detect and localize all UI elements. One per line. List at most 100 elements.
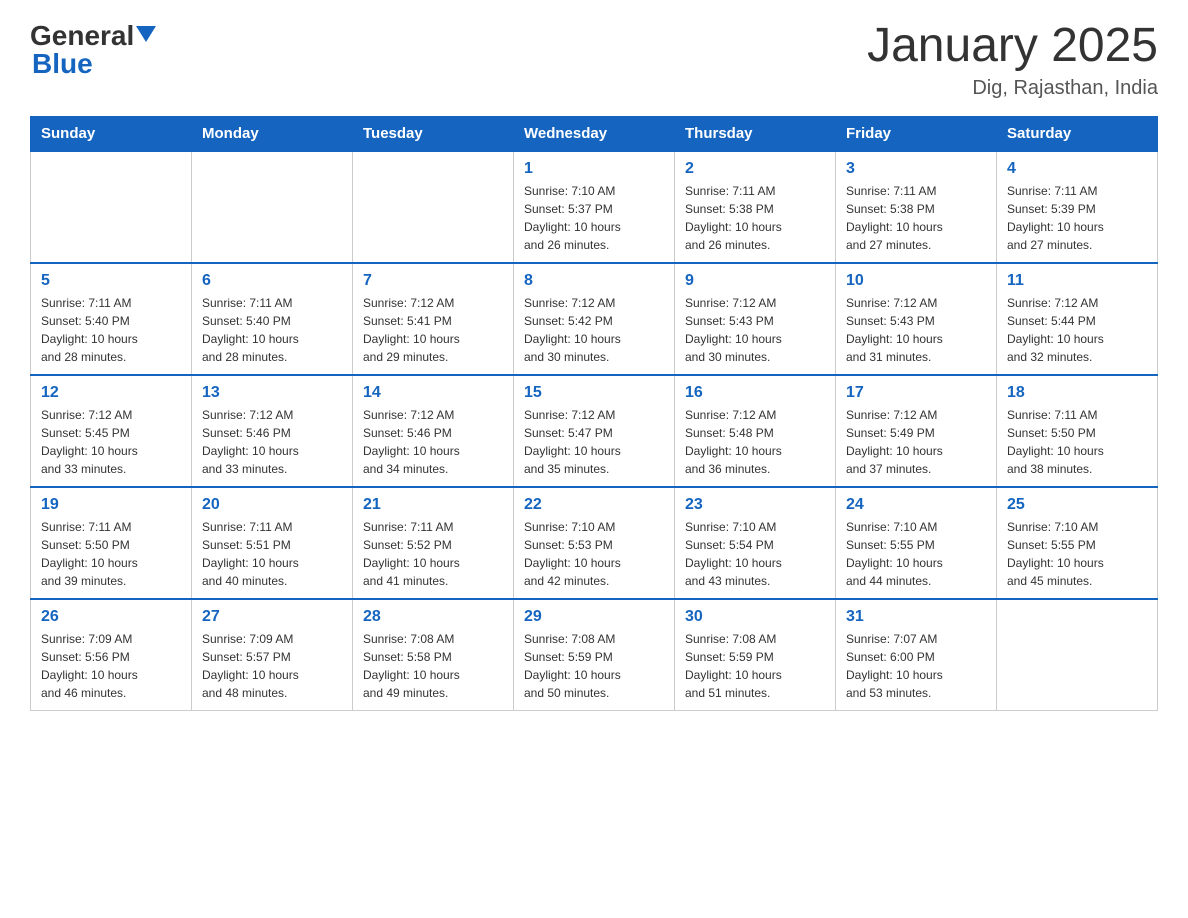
day-number: 16	[685, 384, 825, 402]
calendar-cell: 7 Sunrise: 7:12 AM Sunset: 5:41 PM Daylig…	[353, 263, 514, 375]
calendar-cell: 27 Sunrise: 7:09 AM Sunset: 5:57 PM Dayli…	[192, 599, 353, 711]
day-number: 7	[363, 272, 503, 290]
day-info: Sunrise: 7:12 AM Sunset: 5:41 PM Dayligh…	[363, 294, 503, 366]
week-row-2: 5 Sunrise: 7:11 AM Sunset: 5:40 PM Daylig…	[31, 263, 1158, 375]
calendar-header-sunday: Sunday	[31, 116, 192, 151]
calendar-cell: 15 Sunrise: 7:12 AM Sunset: 5:47 PM Dayli…	[514, 375, 675, 487]
day-info: Sunrise: 7:12 AM Sunset: 5:45 PM Dayligh…	[41, 406, 181, 478]
calendar-cell	[997, 599, 1158, 711]
day-info: Sunrise: 7:09 AM Sunset: 5:57 PM Dayligh…	[202, 630, 342, 702]
day-info: Sunrise: 7:12 AM Sunset: 5:43 PM Dayligh…	[846, 294, 986, 366]
day-info: Sunrise: 7:11 AM Sunset: 5:39 PM Dayligh…	[1007, 182, 1147, 254]
day-number: 26	[41, 608, 181, 626]
calendar-cell: 17 Sunrise: 7:12 AM Sunset: 5:49 PM Dayli…	[836, 375, 997, 487]
calendar-cell: 13Sunrise: 7:12 AM Sunset: 5:46 PM Dayli…	[192, 375, 353, 487]
day-info: Sunrise: 7:10 AM Sunset: 5:53 PM Dayligh…	[524, 518, 664, 590]
day-info: Sunrise: 7:11 AM Sunset: 5:50 PM Dayligh…	[41, 518, 181, 590]
logo: General Blue	[30, 20, 156, 80]
day-number: 8	[524, 272, 664, 290]
day-number: 12	[41, 384, 181, 402]
day-info: Sunrise: 7:08 AM Sunset: 5:58 PM Dayligh…	[363, 630, 503, 702]
day-number: 5	[41, 272, 181, 290]
calendar-cell: 10 Sunrise: 7:12 AM Sunset: 5:43 PM Dayli…	[836, 263, 997, 375]
calendar-cell: 1Sunrise: 7:10 AM Sunset: 5:37 PM Daylig…	[514, 151, 675, 263]
day-number: 19	[41, 496, 181, 514]
day-info: Sunrise: 7:11 AM Sunset: 5:40 PM Dayligh…	[41, 294, 181, 366]
calendar-cell: 26 Sunrise: 7:09 AM Sunset: 5:56 PM Dayli…	[31, 599, 192, 711]
calendar-header-friday: Friday	[836, 116, 997, 151]
calendar-cell: 30 Sunrise: 7:08 AM Sunset: 5:59 PM Dayli…	[675, 599, 836, 711]
calendar-cell: 9 Sunrise: 7:12 AM Sunset: 5:43 PM Daylig…	[675, 263, 836, 375]
day-number: 2	[685, 160, 825, 178]
day-info: Sunrise: 7:09 AM Sunset: 5:56 PM Dayligh…	[41, 630, 181, 702]
day-info: Sunrise: 7:10 AM Sunset: 5:55 PM Dayligh…	[846, 518, 986, 590]
day-number: 23	[685, 496, 825, 514]
calendar-cell: 29 Sunrise: 7:08 AM Sunset: 5:59 PM Dayli…	[514, 599, 675, 711]
calendar-cell: 6Sunrise: 7:11 AM Sunset: 5:40 PM Daylig…	[192, 263, 353, 375]
day-number: 29	[524, 608, 664, 626]
calendar-cell: 25 Sunrise: 7:10 AM Sunset: 5:55 PM Dayli…	[997, 487, 1158, 599]
calendar-cell: 2Sunrise: 7:11 AM Sunset: 5:38 PM Daylig…	[675, 151, 836, 263]
day-info: Sunrise: 7:08 AM Sunset: 5:59 PM Dayligh…	[524, 630, 664, 702]
calendar-cell: 4 Sunrise: 7:11 AM Sunset: 5:39 PM Daylig…	[997, 151, 1158, 263]
day-number: 28	[363, 608, 503, 626]
day-number: 25	[1007, 496, 1147, 514]
calendar-cell: 8Sunrise: 7:12 AM Sunset: 5:42 PM Daylig…	[514, 263, 675, 375]
day-info: Sunrise: 7:07 AM Sunset: 6:00 PM Dayligh…	[846, 630, 986, 702]
day-number: 21	[363, 496, 503, 514]
calendar-cell	[31, 151, 192, 263]
day-number: 31	[846, 608, 986, 626]
week-row-5: 26 Sunrise: 7:09 AM Sunset: 5:56 PM Dayli…	[31, 599, 1158, 711]
day-number: 3	[846, 160, 986, 178]
day-info: Sunrise: 7:11 AM Sunset: 5:38 PM Dayligh…	[846, 182, 986, 254]
calendar-cell: 11Sunrise: 7:12 AM Sunset: 5:44 PM Dayli…	[997, 263, 1158, 375]
calendar-table: SundayMondayTuesdayWednesdayThursdayFrid…	[30, 116, 1158, 711]
logo-blue-text: Blue	[32, 48, 93, 80]
month-title: January 2025	[867, 20, 1158, 73]
calendar-cell: 20Sunrise: 7:11 AM Sunset: 5:51 PM Dayli…	[192, 487, 353, 599]
calendar-header-tuesday: Tuesday	[353, 116, 514, 151]
day-info: Sunrise: 7:10 AM Sunset: 5:55 PM Dayligh…	[1007, 518, 1147, 590]
calendar-cell: 16 Sunrise: 7:12 AM Sunset: 5:48 PM Dayli…	[675, 375, 836, 487]
day-info: Sunrise: 7:12 AM Sunset: 5:43 PM Dayligh…	[685, 294, 825, 366]
day-number: 22	[524, 496, 664, 514]
logo-triangle-icon	[136, 26, 156, 42]
day-number: 30	[685, 608, 825, 626]
day-number: 11	[1007, 272, 1147, 290]
day-info: Sunrise: 7:10 AM Sunset: 5:54 PM Dayligh…	[685, 518, 825, 590]
calendar-cell: 23 Sunrise: 7:10 AM Sunset: 5:54 PM Dayli…	[675, 487, 836, 599]
week-row-4: 19 Sunrise: 7:11 AM Sunset: 5:50 PM Dayli…	[31, 487, 1158, 599]
day-info: Sunrise: 7:11 AM Sunset: 5:52 PM Dayligh…	[363, 518, 503, 590]
day-number: 27	[202, 608, 342, 626]
day-number: 15	[524, 384, 664, 402]
day-number: 24	[846, 496, 986, 514]
page: General Blue January 2025 Dig, Rajasthan…	[0, 0, 1188, 741]
calendar-cell: 28 Sunrise: 7:08 AM Sunset: 5:58 PM Dayli…	[353, 599, 514, 711]
week-row-3: 12 Sunrise: 7:12 AM Sunset: 5:45 PM Dayli…	[31, 375, 1158, 487]
day-number: 17	[846, 384, 986, 402]
calendar-cell: 3 Sunrise: 7:11 AM Sunset: 5:38 PM Daylig…	[836, 151, 997, 263]
title-block: January 2025 Dig, Rajasthan, India	[867, 20, 1158, 100]
calendar-cell: 18Sunrise: 7:11 AM Sunset: 5:50 PM Dayli…	[997, 375, 1158, 487]
day-number: 10	[846, 272, 986, 290]
day-info: Sunrise: 7:11 AM Sunset: 5:40 PM Dayligh…	[202, 294, 342, 366]
location: Dig, Rajasthan, India	[867, 77, 1158, 100]
calendar-cell: 14Sunrise: 7:12 AM Sunset: 5:46 PM Dayli…	[353, 375, 514, 487]
calendar-cell	[192, 151, 353, 263]
day-number: 14	[363, 384, 503, 402]
day-info: Sunrise: 7:12 AM Sunset: 5:49 PM Dayligh…	[846, 406, 986, 478]
calendar-cell: 24 Sunrise: 7:10 AM Sunset: 5:55 PM Dayli…	[836, 487, 997, 599]
day-info: Sunrise: 7:11 AM Sunset: 5:51 PM Dayligh…	[202, 518, 342, 590]
day-info: Sunrise: 7:08 AM Sunset: 5:59 PM Dayligh…	[685, 630, 825, 702]
day-number: 9	[685, 272, 825, 290]
calendar-cell: 22 Sunrise: 7:10 AM Sunset: 5:53 PM Dayli…	[514, 487, 675, 599]
calendar-cell: 21 Sunrise: 7:11 AM Sunset: 5:52 PM Dayli…	[353, 487, 514, 599]
day-info: Sunrise: 7:12 AM Sunset: 5:48 PM Dayligh…	[685, 406, 825, 478]
day-number: 4	[1007, 160, 1147, 178]
calendar-header-saturday: Saturday	[997, 116, 1158, 151]
day-info: Sunrise: 7:12 AM Sunset: 5:47 PM Dayligh…	[524, 406, 664, 478]
week-row-1: 1Sunrise: 7:10 AM Sunset: 5:37 PM Daylig…	[31, 151, 1158, 263]
day-number: 13	[202, 384, 342, 402]
calendar-header-wednesday: Wednesday	[514, 116, 675, 151]
calendar-cell: 12 Sunrise: 7:12 AM Sunset: 5:45 PM Dayli…	[31, 375, 192, 487]
